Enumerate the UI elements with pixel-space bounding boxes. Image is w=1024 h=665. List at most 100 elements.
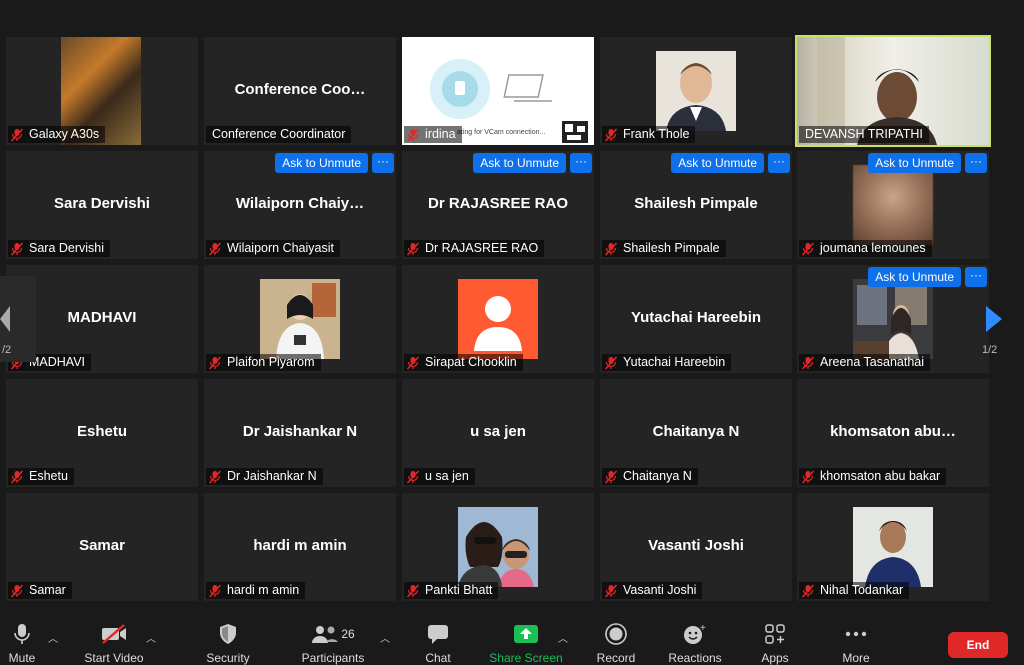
- participant-display-name: Sara Dervishi: [54, 195, 150, 212]
- svg-text:+: +: [700, 623, 706, 634]
- more-label: More: [842, 651, 870, 665]
- next-page-button[interactable]: 1/2: [962, 276, 1022, 362]
- microphone-muted-icon: [604, 241, 618, 256]
- video-options-caret[interactable]: ︿: [146, 630, 156, 645]
- participant-name: Sirapat Chooklin: [425, 355, 517, 369]
- participant-name-label: Yutachai Hareebin: [602, 354, 732, 371]
- participant-name-label: Eshetu: [8, 468, 74, 485]
- chat-button[interactable]: Chat: [414, 610, 462, 665]
- participant-tile[interactable]: Conference Coo… Conference Coordinator: [204, 37, 396, 145]
- microphone-muted-icon: [10, 127, 24, 142]
- participant-tile[interactable]: Yutachai Hareebin Yutachai Hareebin: [600, 265, 792, 373]
- participant-tile[interactable]: Frank Thole: [600, 37, 792, 145]
- participant-name-label: Vasanti Joshi: [602, 582, 703, 599]
- microphone-muted-icon: [13, 621, 31, 647]
- participant-tile[interactable]: Dr Jaishankar N Dr Jaishankar N: [204, 379, 396, 487]
- ask-to-unmute-button[interactable]: Ask to Unmute: [671, 153, 764, 173]
- participant-name-label: Galaxy A30s: [8, 126, 106, 143]
- participant-name-label: Shailesh Pimpale: [602, 240, 726, 257]
- share-screen-icon: [514, 621, 538, 647]
- reactions-button[interactable]: + Reactions: [664, 610, 726, 665]
- participant-tile[interactable]: Vasanti Joshi Vasanti Joshi: [600, 493, 792, 601]
- participant-name: Pankti Bhatt: [425, 583, 493, 597]
- participant-name-label: Areena Tasanathai: [799, 354, 931, 371]
- prev-page-button[interactable]: /2: [0, 276, 36, 362]
- security-button[interactable]: Security: [200, 610, 256, 665]
- security-label: Security: [206, 651, 250, 665]
- participant-more-button[interactable]: ···: [372, 153, 394, 173]
- participant-photo: [656, 51, 736, 131]
- participant-name-label: Nihal Todankar: [799, 582, 910, 599]
- ask-to-unmute-button[interactable]: Ask to Unmute: [473, 153, 566, 173]
- participant-tile[interactable]: Galaxy A30s: [6, 37, 198, 145]
- microphone-muted-icon: [604, 355, 618, 370]
- share-screen-button[interactable]: Share Screen: [488, 610, 564, 665]
- participant-name: u sa jen: [425, 469, 469, 483]
- participant-tile[interactable]: Eshetu Eshetu: [6, 379, 198, 487]
- microphone-muted-icon: [406, 127, 420, 142]
- participant-display-name: Chaitanya N: [652, 423, 740, 440]
- participant-display-name: Vasanti Joshi: [648, 537, 744, 554]
- participant-tile[interactable]: Chaitanya N Chaitanya N: [600, 379, 792, 487]
- participant-more-button[interactable]: ···: [768, 153, 790, 173]
- participant-tile[interactable]: Samar Samar: [6, 493, 198, 601]
- mute-button[interactable]: Mute: [0, 610, 44, 665]
- start-video-button[interactable]: Start Video: [80, 610, 148, 665]
- shield-icon: [218, 621, 238, 647]
- participants-options-caret[interactable]: ︿: [380, 630, 390, 645]
- participant-name: MADHAVI: [29, 355, 86, 369]
- ask-to-unmute-button[interactable]: Ask to Unmute: [868, 267, 961, 287]
- participant-tile[interactable]: Pankti Bhatt: [402, 493, 594, 601]
- participants-label: Participants: [301, 651, 365, 665]
- mute-options-caret[interactable]: ︿: [48, 630, 58, 645]
- participant-name-label: Wilaiporn Chaiyasit: [206, 240, 340, 257]
- participant-tile[interactable]: Shailesh Pimpale Ask to Unmute ··· Shailesh…: [600, 151, 792, 259]
- apps-label: Apps: [761, 651, 789, 665]
- participants-button[interactable]: 26 Participants: [298, 610, 368, 665]
- participant-name-label: hardi m amin: [206, 582, 306, 599]
- participant-tile[interactable]: hardi m amin hardi m amin: [204, 493, 396, 601]
- microphone-muted-icon: [604, 127, 618, 142]
- microphone-muted-icon: [406, 241, 420, 256]
- participant-tile[interactable]: Dr RAJASREE RAO Ask to Unmute ··· Dr RAJASR…: [402, 151, 594, 259]
- participant-tile[interactable]: khomsaton abu… khomsaton abu bakar: [797, 379, 989, 487]
- participant-more-button[interactable]: ···: [965, 153, 987, 173]
- participant-tile[interactable]: Ask to Unmute ··· Areena Tasanathai: [797, 265, 989, 373]
- participant-tile[interactable]: Wilaiporn Chaiy… Ask to Unmute ··· Wilaipor…: [204, 151, 396, 259]
- next-page-indicator: 1/2: [982, 344, 998, 356]
- participant-name-label: Frank Thole: [602, 126, 696, 143]
- participant-tile[interactable]: Ask to Unmute ··· joumana lemounes: [797, 151, 989, 259]
- chat-label: Chat: [425, 651, 451, 665]
- participant-tile[interactable]: DEVANSH TRIPATHI: [795, 35, 991, 147]
- participant-tile[interactable]: Plaifon Piyarom: [204, 265, 396, 373]
- record-button[interactable]: Record: [590, 610, 642, 665]
- participant-tile[interactable]: Sirapat Chooklin: [402, 265, 594, 373]
- apps-button[interactable]: Apps: [752, 610, 798, 665]
- participant-name-label: Sara Dervishi: [8, 240, 111, 257]
- participant-display-name: Eshetu: [76, 423, 127, 440]
- person-silhouette-icon: [474, 296, 522, 351]
- participant-name: Yutachai Hareebin: [623, 355, 726, 369]
- participant-display-name: Dr Jaishankar N: [242, 423, 358, 440]
- participant-tile[interactable]: ating for VCam connection... irdina: [402, 37, 594, 145]
- participant-display-name: Samar: [79, 537, 125, 554]
- ask-to-unmute-button[interactable]: Ask to Unmute: [275, 153, 368, 173]
- share-options-caret[interactable]: ︿: [558, 630, 568, 645]
- participant-tile[interactable]: Sara Dervishi Sara Dervishi: [6, 151, 198, 259]
- chevron-right-icon: [986, 306, 1002, 332]
- participant-name-label: Dr RAJASREE RAO: [404, 240, 545, 257]
- participant-tile[interactable]: u sa jen u sa jen: [402, 379, 594, 487]
- microphone-muted-icon: [801, 355, 815, 370]
- participant-display-name: Wilaiporn Chaiy…: [235, 195, 365, 212]
- more-dots-icon: [845, 621, 867, 647]
- participant-tile[interactable]: Nihal Todankar: [797, 493, 989, 601]
- microphone-muted-icon: [604, 583, 618, 598]
- start-video-label: Start Video: [84, 651, 144, 665]
- participant-display-name: Shailesh Pimpale: [634, 195, 758, 212]
- participant-photo: [853, 507, 933, 587]
- chat-bubble-icon: [427, 621, 449, 647]
- ask-to-unmute-button[interactable]: Ask to Unmute: [868, 153, 961, 173]
- more-button[interactable]: More: [834, 610, 878, 665]
- end-meeting-button[interactable]: End: [948, 632, 1008, 658]
- participant-more-button[interactable]: ···: [570, 153, 592, 173]
